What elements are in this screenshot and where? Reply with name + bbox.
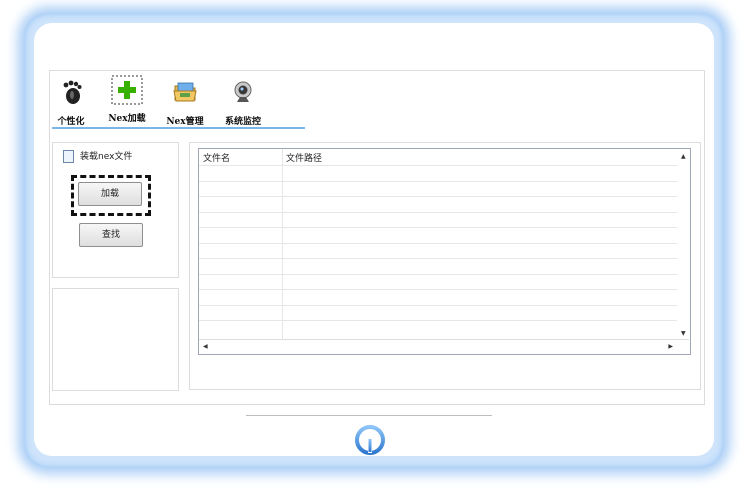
toolbar-item-personalize[interactable]: 个性化 [42, 78, 100, 127]
table-row [199, 320, 677, 321]
load-panel-title-text: 装载nex文件 [80, 152, 133, 162]
toolbar-item-label: 个性化 [57, 117, 85, 127]
toolbar-item-label: 系统监控 [224, 117, 261, 127]
column-divider [282, 149, 283, 339]
scroll-down-icon[interactable]: ▼ [681, 330, 686, 337]
document-icon [63, 150, 74, 163]
column-header-filename[interactable]: 文件名 [203, 151, 230, 164]
load-button[interactable]: 加载 [78, 182, 142, 206]
plus-icon [98, 75, 156, 106]
file-table[interactable]: 文件名 文件路径 ▲ ▼ ◀ ▶ [198, 148, 691, 355]
toolbar: 个性化 Nex加载 Nex管理 系统监控 [52, 75, 302, 127]
table-row [199, 305, 677, 306]
find-button[interactable]: 查找 [79, 223, 143, 247]
toolbar-item-nex-manage[interactable]: Nex管理 [156, 78, 214, 127]
toolbar-item-system-monitor[interactable]: 系统监控 [214, 78, 272, 127]
scroll-up-icon[interactable]: ▲ [681, 153, 686, 160]
scroll-left-icon[interactable]: ◀ [203, 343, 208, 350]
info-panel [52, 288, 179, 391]
load-panel-title: 装载nex文件 [63, 149, 132, 163]
table-row [199, 196, 677, 197]
webcam-icon [214, 78, 272, 106]
scroll-right-icon[interactable]: ▶ [668, 343, 673, 350]
table-row [199, 289, 677, 290]
table-row [199, 227, 677, 228]
table-row [199, 243, 677, 244]
toolbar-item-label: Nex管理 [166, 117, 204, 127]
footprint-icon [42, 78, 100, 106]
footer-separator [246, 415, 492, 416]
power-logo-icon [355, 425, 385, 455]
table-row [199, 258, 677, 259]
table-row [199, 181, 677, 182]
table-row [199, 165, 677, 166]
toolbar-item-nex-load[interactable]: Nex加载 [98, 75, 156, 126]
toolbar-item-label: Nex加载 [108, 114, 146, 124]
table-row [199, 274, 677, 275]
vertical-scrollbar[interactable]: ▲ ▼ [678, 149, 690, 339]
toolbar-underline [52, 127, 305, 129]
table-row [199, 212, 677, 213]
column-header-filepath[interactable]: 文件路径 [286, 151, 322, 164]
folder-icon [156, 78, 214, 106]
horizontal-scrollbar[interactable]: ◀ ▶ [199, 339, 689, 354]
